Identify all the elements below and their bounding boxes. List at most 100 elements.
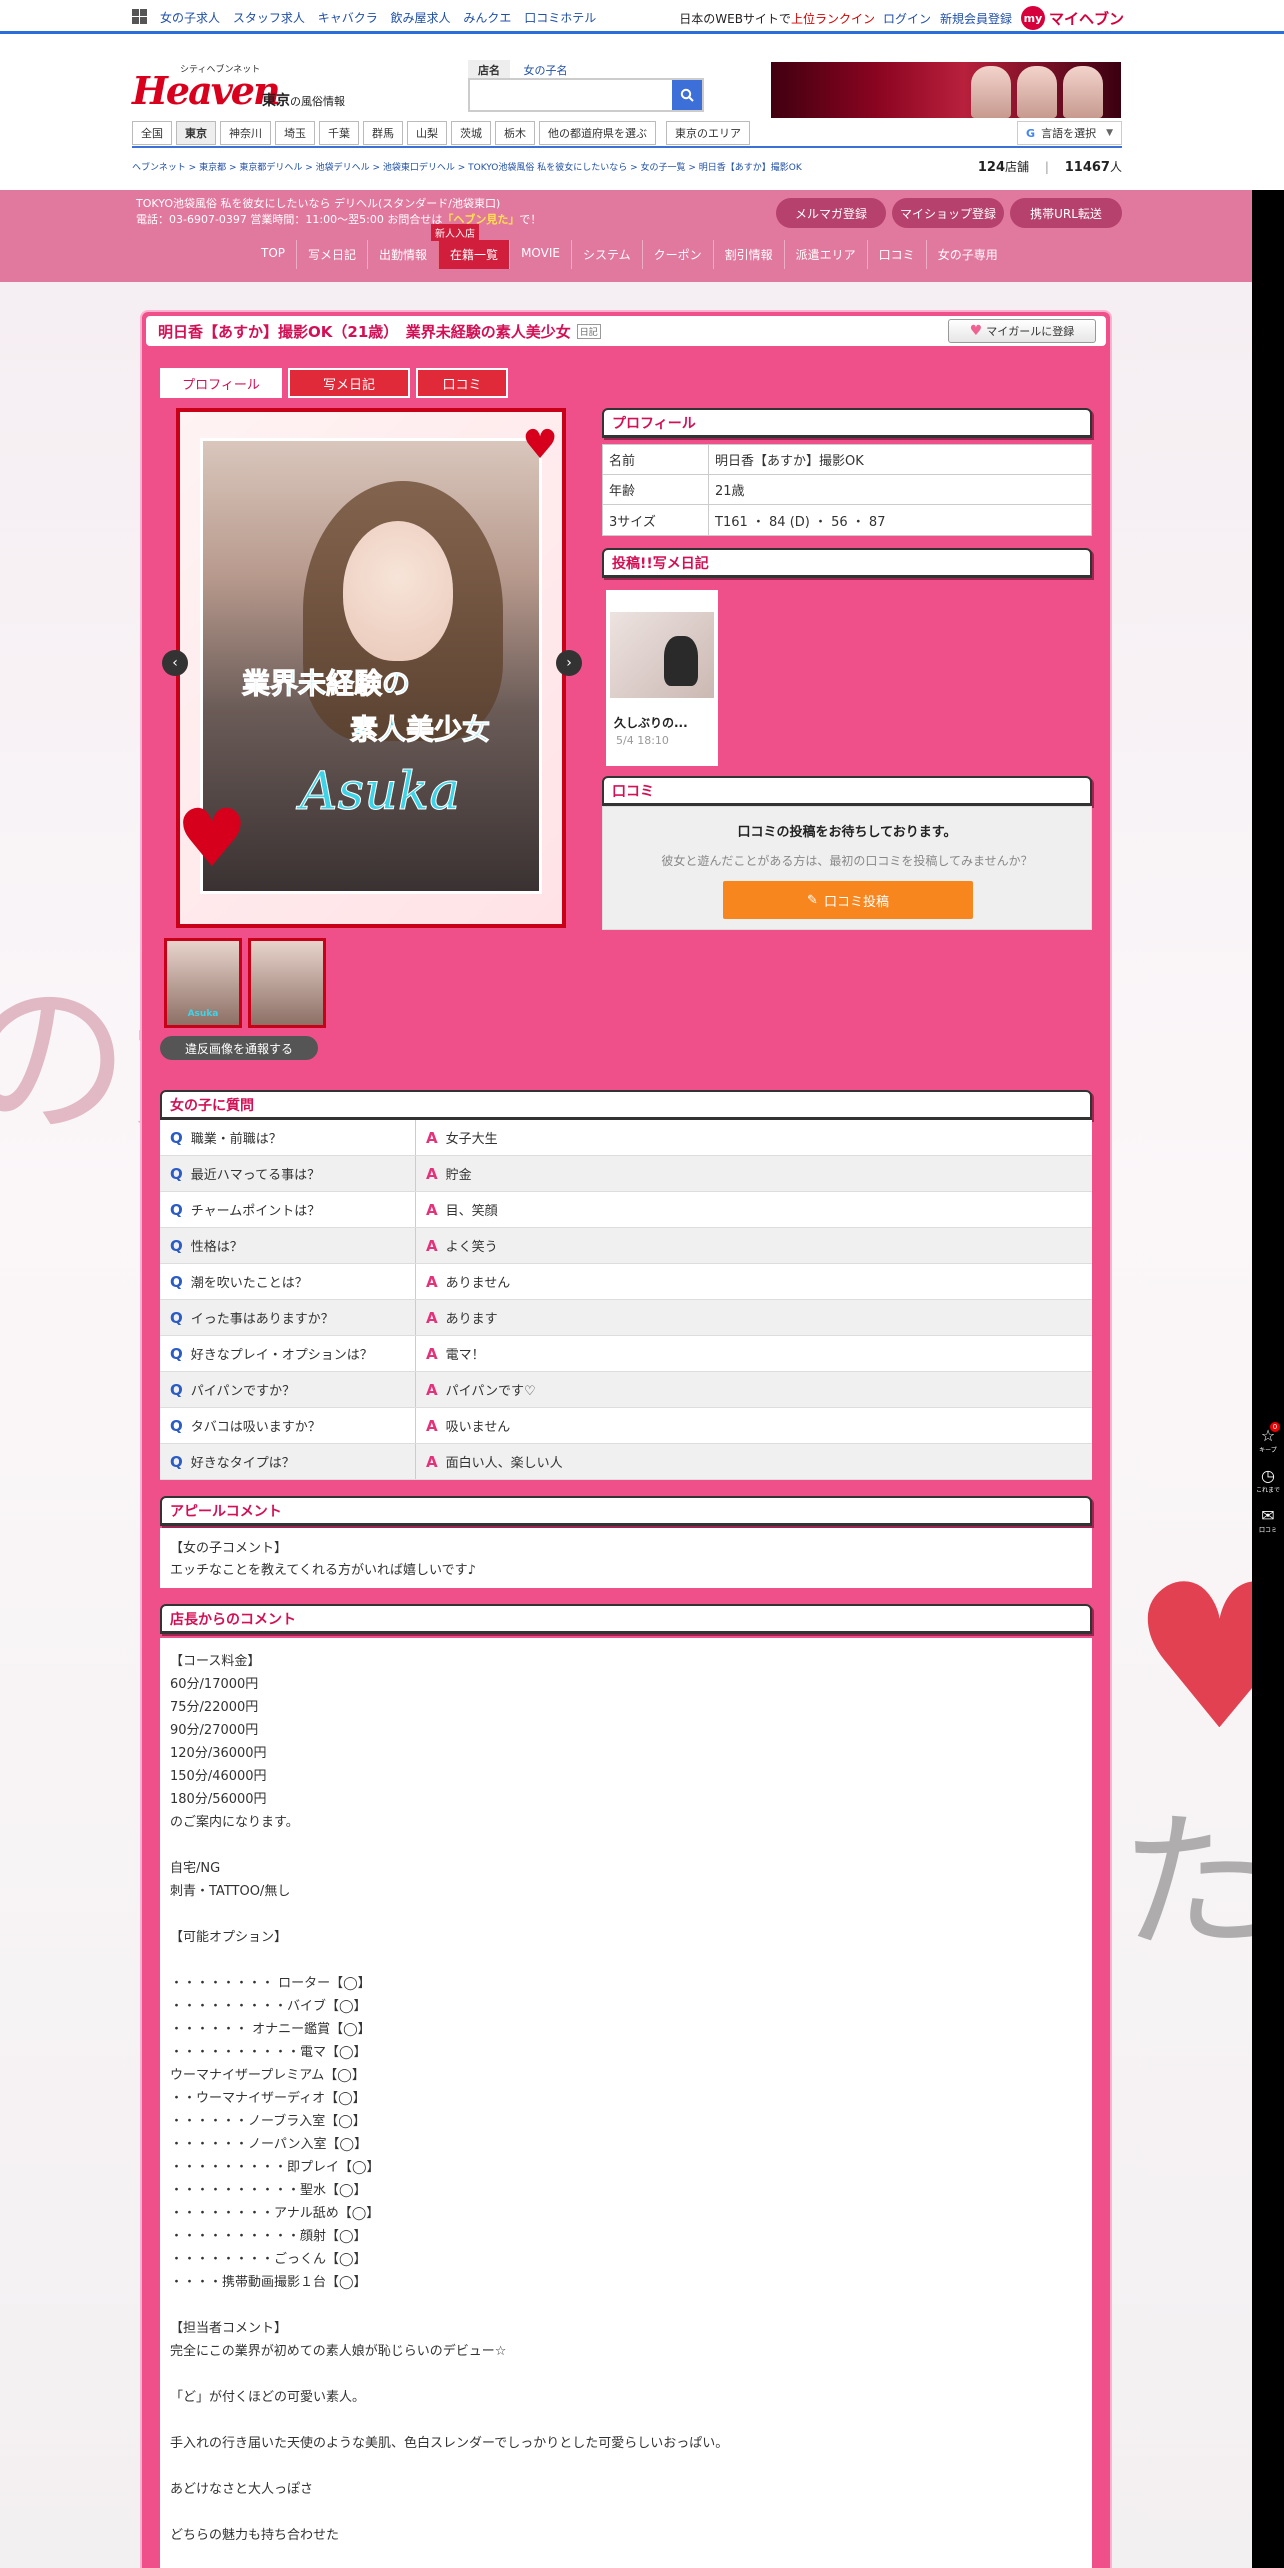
girl-unit: 人 (1109, 160, 1122, 174)
shop-nav-top[interactable]: TOP (250, 240, 296, 269)
keep-tool[interactable]: ☆ キープ 0 (1256, 1422, 1280, 1454)
tab-profile[interactable]: プロフィール (160, 368, 282, 398)
shop-unit: 店舗 (1005, 160, 1030, 174)
language-selector[interactable]: G 言語を選択 ▼ (1017, 121, 1122, 145)
login-link[interactable]: ログイン (883, 10, 931, 27)
top-link-girls-job[interactable]: 女の子求人 (160, 11, 220, 25)
answer-text: ありません (445, 1276, 511, 1291)
area-other-prefecture[interactable]: 他の都道府県を選ぶ (539, 121, 656, 145)
a-marker: A (426, 1200, 438, 1219)
shop-contact-text: 電話：03-6907-0397 営業時間：11:00〜翌5:00 お問合せは (136, 213, 443, 226)
top-link-cabaret[interactable]: キャバクラ (318, 11, 378, 25)
top-link-staff-job[interactable]: スタッフ求人 (233, 11, 305, 25)
area-navigation: 全国 東京 神奈川 埼玉 千葉 群馬 山梨 茨城 栃木 他の都道府県を選ぶ 東京… (132, 120, 1122, 148)
history-tool[interactable]: ◷ これまで (1256, 1466, 1280, 1494)
search-input[interactable] (470, 80, 672, 110)
diary-section-head: 投稿!!写メ日記 (602, 548, 1092, 578)
review-tool[interactable]: ✉ 口コミ (1256, 1506, 1280, 1534)
profile-table: 名前 明日香【あすか】撮影OK 年齢 21歳 3サイズ T161 ・ 84 (D) ・… (602, 444, 1092, 536)
post-review-button[interactable]: ✎ 口コミ投稿 (723, 881, 973, 919)
apps-grid-icon[interactable] (132, 9, 147, 24)
qa-section-head: 女の子に質問 (160, 1090, 1092, 1120)
shop-nav-girls-only[interactable]: 女の子専用 (925, 240, 1009, 269)
photo-caption-line1: 業界未経験の (241, 667, 411, 701)
q-marker: Q (170, 1236, 183, 1255)
shop-nav-coupon[interactable]: クーポン (641, 240, 713, 269)
main-photo[interactable]: 業界未経験の 素人美少女 Asuka ♥ ♥ (176, 408, 566, 928)
profile-row: 年齢 21歳 (603, 475, 1091, 505)
area-all[interactable]: 全国 (132, 121, 172, 145)
my-heaven-link[interactable]: my マイヘブン (1020, 6, 1124, 30)
search-tab-shop[interactable]: 店名 (468, 60, 510, 80)
top-link-bar-job[interactable]: 飲み屋求人 (391, 11, 451, 25)
qa-answer: A パイパンです♡ (416, 1380, 536, 1400)
report-image-button[interactable]: 違反画像を通報する (160, 1036, 318, 1060)
area-tokyo-areas[interactable]: 東京のエリア (666, 121, 750, 145)
thumbnail-caption: Asuka (187, 1009, 219, 1019)
header-banner[interactable] (771, 62, 1121, 118)
register-link[interactable]: 新規会員登録 (940, 10, 1012, 27)
photo-caption-line2: 素人美少女 (349, 713, 491, 747)
review-invite-message: 彼女と遊んだことがある方は、最初の口コミを投稿してみませんか？ (661, 854, 1033, 868)
question-text: 好きなプレイ・オプションは？ (190, 1348, 373, 1363)
shop-nav-schedule[interactable]: 出勤情報 (367, 240, 438, 269)
qa-answer: A 電マ！ (416, 1344, 485, 1364)
qa-answer: A よく笑う (416, 1236, 498, 1256)
question-text: 性格は？ (190, 1240, 243, 1255)
profile-value: T161 ・ 84 (D) ・ 56 ・ 87 (715, 514, 886, 530)
my-shop-button[interactable]: マイショップ登録 (892, 198, 1004, 228)
photo-thumbnail-2[interactable] (248, 938, 326, 1028)
search-button[interactable] (672, 80, 702, 110)
area-tochigi[interactable]: 栃木 (495, 121, 535, 145)
a-marker: A (426, 1164, 438, 1183)
qa-answer: A あります (416, 1308, 498, 1328)
shop-nav-movie[interactable]: MOVIE (509, 240, 571, 269)
a-marker: A (426, 1380, 438, 1399)
area-gunma[interactable]: 群馬 (363, 121, 403, 145)
top-link-hotel-review[interactable]: 口コミホテル (524, 11, 596, 25)
search-tab-girl[interactable]: 女の子名 (514, 60, 578, 80)
q-marker: Q (170, 1416, 183, 1435)
side-tool-strip: ☆ キープ 0 ◷ これまで ✉ 口コミ (1252, 190, 1284, 2568)
shop-nav-diary[interactable]: 写メ日記 (296, 240, 367, 269)
a-marker: A (426, 1308, 438, 1327)
mail-magazine-button[interactable]: メルマガ登録 (776, 198, 886, 228)
ranking-notice: 日本のWEBサイトで上位ランクイン (679, 10, 875, 27)
shop-nav-review[interactable]: 口コミ (866, 240, 926, 269)
shop-nav-system[interactable]: システム (570, 240, 642, 269)
site-logo[interactable]: シティヘブンネット Heaven (132, 62, 281, 116)
diary-card[interactable]: 久しぶりの... 5/4 18:10 (606, 590, 718, 766)
area-kanagawa[interactable]: 神奈川 (220, 121, 271, 145)
photo-thumbnail-1[interactable]: Asuka (164, 938, 242, 1028)
q-marker: Q (170, 1380, 183, 1399)
question-text: パイパンですか？ (190, 1384, 296, 1399)
add-my-girl-button[interactable]: ♥ マイガールに登録 (948, 319, 1096, 343)
question-text: 職業・前職は？ (190, 1132, 282, 1147)
a-marker: A (426, 1452, 438, 1471)
qa-answer: A 吸いません (416, 1416, 510, 1436)
area-ibaraki[interactable]: 茨城 (451, 121, 491, 145)
qa-question: Q 潮を吹いたことは？ (160, 1264, 416, 1299)
area-saitama[interactable]: 埼玉 (275, 121, 315, 145)
appeal-comment: 【女の子コメント】 エッチなことを教えてくれる方がいれば嬉しいです♪ (160, 1528, 1092, 1588)
top-link-minque[interactable]: みんクエ (463, 11, 511, 25)
post-review-label: 口コミ投稿 (823, 894, 889, 910)
photo-next-button[interactable]: › (556, 650, 582, 676)
tab-diary[interactable]: 写メ日記 (288, 368, 410, 398)
breadcrumb[interactable]: ヘブンネット > 東京都 > 東京都デリヘル > 池袋デリヘル > 池袋東口デリ… (132, 160, 802, 173)
q-marker: Q (170, 1452, 183, 1471)
area-yamanashi[interactable]: 山梨 (407, 121, 447, 145)
shop-nav-discount[interactable]: 割引情報 (712, 240, 784, 269)
shop-nav-area[interactable]: 派遣エリア (783, 240, 867, 269)
answer-text: よく笑う (445, 1240, 498, 1255)
chevron-left-icon: ‹ (172, 655, 178, 671)
mobile-url-button[interactable]: 携帯URL転送 (1010, 198, 1122, 228)
area-tokyo[interactable]: 東京 (176, 121, 216, 145)
q-marker: Q (170, 1200, 183, 1219)
photo-prev-button[interactable]: ‹ (162, 650, 188, 676)
shop-nav-girls[interactable]: 新人入店 在籍一覧 (431, 224, 510, 269)
google-icon: G (1026, 126, 1036, 140)
area-chiba[interactable]: 千葉 (319, 121, 359, 145)
qa-row: Q イった事はありますか？ A あります (160, 1300, 1092, 1336)
tab-review[interactable]: 口コミ (416, 368, 508, 398)
